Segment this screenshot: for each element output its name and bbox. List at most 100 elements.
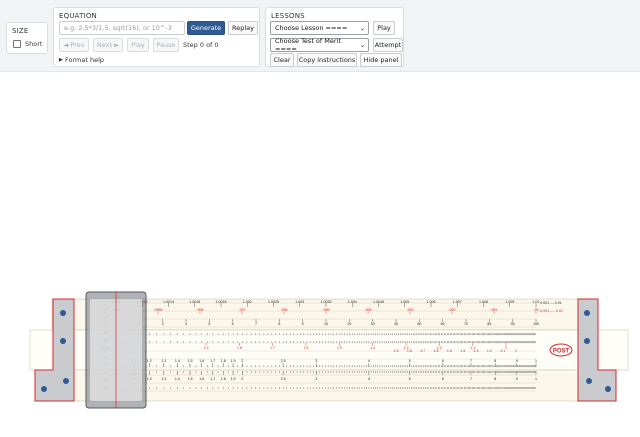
c-tick-label: 2 <box>241 359 243 363</box>
screw-icon <box>63 378 69 384</box>
ll0-tick-label: 1.01 <box>533 300 540 304</box>
screw-icon <box>605 386 611 392</box>
c-tick-label: 1.3 <box>161 359 166 363</box>
ll00-tick-label: .9985 <box>154 308 163 312</box>
ll0-tick-label: 1.004 <box>348 300 357 304</box>
ci-tick-label: 1.1 <box>500 349 505 353</box>
k-tick-label: 60 <box>441 322 445 326</box>
ll0-tick-label: 1.006 <box>427 300 436 304</box>
k-tick-label: 5 <box>208 322 210 326</box>
ci-tick-label: 1.8 <box>407 349 412 353</box>
ll00-tick-label: .99 <box>534 308 539 312</box>
k-tick-label: 80 <box>487 322 491 326</box>
c-tick-label: 1.2 <box>147 359 152 363</box>
c-tick-label: 9 <box>516 359 518 363</box>
d-tick-label: 2.5 <box>281 377 286 381</box>
d-tick-label: 1.8 <box>221 377 226 381</box>
ll0-tick-label: 1.008 <box>479 300 488 304</box>
d-tick-label: 7 <box>470 377 472 381</box>
c-tick-label: 1.7 <box>210 359 215 363</box>
ci-tick-label: 1.3 <box>474 349 479 353</box>
d-tick-label: 1.3 <box>161 377 166 381</box>
cif-tick-label: 1.4 <box>370 346 375 350</box>
c-tick-label: 1.5 <box>187 359 192 363</box>
c-tick-label: 1.9 <box>231 359 236 363</box>
k-tick-label: 6 <box>232 322 234 326</box>
k-tick-label: 7 <box>255 322 257 326</box>
ci-tick-label: 1.7 <box>420 349 425 353</box>
ll0-tick-label: 1.0014 <box>163 300 174 304</box>
screw-icon <box>60 338 66 344</box>
k-tick-label: 8 <box>278 322 280 326</box>
d-tick-label: 1.5 <box>187 377 192 381</box>
k-tick-label: 3 <box>162 322 164 326</box>
c-tick-label: 2.5 <box>281 359 286 363</box>
k-tick-label: 40 <box>394 322 398 326</box>
ll00-tick-label: .995 <box>323 308 330 312</box>
ll0-tick-label: 1.0025 <box>268 300 279 304</box>
k-tick-label: 100 <box>533 322 539 326</box>
slide-rule[interactable]: LL0LL0KDFCFCIFCICDR1R2111.11.11.21.21.31… <box>0 0 640 437</box>
k-tick-label: 20 <box>347 322 351 326</box>
d-tick-label: 1 <box>535 377 537 381</box>
k-tick-label: 50 <box>417 322 421 326</box>
ll0-tick-label: 1.003 <box>295 300 304 304</box>
ll0-tick-label: 1.002 <box>243 300 252 304</box>
c-tick-label: 3 <box>315 359 317 363</box>
d-tick-label: 9 <box>516 377 518 381</box>
cif-tick-label: 1.5 <box>337 346 342 350</box>
d-tick-label: 2 <box>241 377 243 381</box>
screw-icon <box>60 310 66 316</box>
right-range-label: -0.001 — -0.01 <box>539 309 563 313</box>
k-tick-label: 10 <box>324 322 328 326</box>
right-range-label: 0.001 — 0.01 <box>540 301 562 305</box>
ll0-tick-label: 1.0045 <box>373 300 384 304</box>
c-tick-label: 4 <box>368 359 370 363</box>
d-tick-label: 1.7 <box>210 377 215 381</box>
screw-icon <box>586 378 592 384</box>
cif-tick-label: 1.6 <box>304 346 309 350</box>
d-tick-label: 8 <box>494 377 496 381</box>
ci-tick-label: 1.9 <box>394 349 399 353</box>
d-tick-label: 1.6 <box>199 377 204 381</box>
cif-tick-label: 1.8 <box>237 346 242 350</box>
ll00-tick-label: .996 <box>281 308 288 312</box>
ll00-tick-label: .991 <box>491 308 498 312</box>
ll0-tick-label: 1.0018 <box>216 300 227 304</box>
cif-tick-label: 1.9 <box>204 346 209 350</box>
k-tick-label: 90 <box>511 322 515 326</box>
ll00-tick-label: .994 <box>365 308 372 312</box>
d-tick-label: 6 <box>442 377 444 381</box>
ci-tick-label: 1.2 <box>487 349 492 353</box>
screw-icon <box>584 338 590 344</box>
c-tick-label: 1.8 <box>221 359 226 363</box>
c-tick-label: 1.4 <box>175 359 180 363</box>
ll00-tick-label: .997 <box>239 308 246 312</box>
cif-tick-label: 1.7 <box>270 346 275 350</box>
ll0-tick-label: 1.0016 <box>189 300 200 304</box>
screw-icon <box>41 386 47 392</box>
d-tick-label: 3 <box>315 377 317 381</box>
k-tick-label: 70 <box>464 322 468 326</box>
ll0-tick-label: 1.007 <box>453 300 462 304</box>
ll0-tick-label: 1.009 <box>505 300 514 304</box>
c-tick-label: 1 <box>535 359 537 363</box>
d-tick-label: 4 <box>368 377 370 381</box>
ll00-tick-label: .992 <box>449 308 456 312</box>
d-tick-label: 1.2 <box>147 377 152 381</box>
brand-text: POST <box>553 349 570 355</box>
ci-tick-label: 1.5 <box>447 349 452 353</box>
ll00-tick-label: .993 <box>407 308 414 312</box>
k-tick-label: 30 <box>371 322 375 326</box>
ll0-tick-label: 1.0035 <box>321 300 332 304</box>
c-tick-label: 1.6 <box>199 359 204 363</box>
c-tick-label: 6 <box>442 359 444 363</box>
cif-tick-label: 1 <box>505 346 507 350</box>
ll00-tick-label: .998 <box>197 308 204 312</box>
d-tick-label: 5 <box>409 377 411 381</box>
k-tick-label: 9 <box>302 322 304 326</box>
ci-tick-label: 1.4 <box>460 349 465 353</box>
c-tick-label: 7 <box>470 359 472 363</box>
d-tick-label: 1.9 <box>231 377 236 381</box>
c-tick-label: 5 <box>409 359 411 363</box>
